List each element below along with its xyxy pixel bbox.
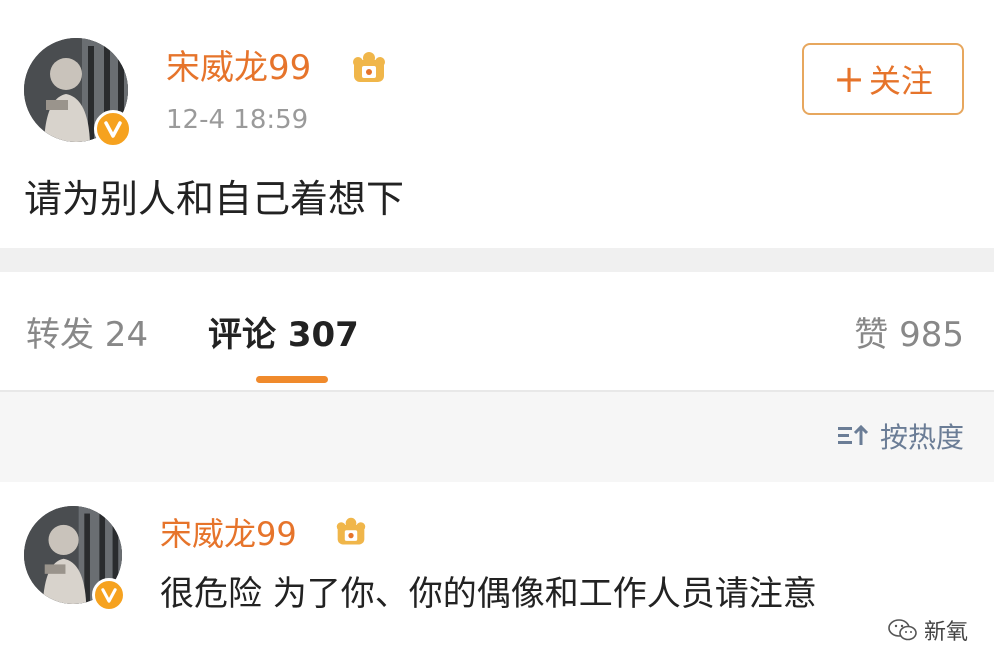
sort-by-hot-button[interactable]: 按热度	[836, 416, 964, 456]
comment-text: 很危险 为了你、你的偶像和工作人员请注意	[160, 574, 817, 614]
watermark-text: 新氧	[923, 620, 968, 645]
verified-v-icon	[94, 110, 132, 148]
post-timestamp: 12-4 18:59	[166, 105, 309, 135]
tab-repost[interactable]: 转发 24	[26, 314, 148, 356]
sort-icon	[837, 424, 869, 445]
tab-like[interactable]: 赞 985	[854, 314, 964, 356]
tab-bar: 转发 24 评论 307 赞 985	[0, 272, 994, 390]
comment-item: 宋威龙99 很危险 为了你、你的偶像和工作人员请注意	[0, 482, 994, 662]
comment-username[interactable]: 宋威龙99	[160, 514, 297, 554]
verified-v-icon	[92, 578, 126, 612]
watermark: 新氧	[883, 612, 972, 648]
wechat-icon	[888, 619, 917, 641]
follow-label: 关注	[868, 62, 933, 100]
sort-label: 按热度	[879, 421, 964, 454]
weibo-post: 宋威龙99 12-4 18:59 + 关注 请为别人和自己着想下	[0, 0, 994, 248]
section-divider	[0, 248, 994, 272]
post-username[interactable]: 宋威龙99	[166, 48, 311, 88]
crown-vip-icon	[353, 52, 385, 82]
crown-vip-icon	[336, 517, 366, 545]
tab-comment[interactable]: 评论 307	[208, 314, 359, 356]
post-text: 请为别人和自己着想下	[24, 177, 405, 221]
follow-button[interactable]: + 关注	[802, 43, 964, 115]
active-tab-indicator	[256, 376, 328, 383]
sort-bar: 按热度	[0, 392, 994, 482]
plus-icon: +	[833, 57, 865, 101]
